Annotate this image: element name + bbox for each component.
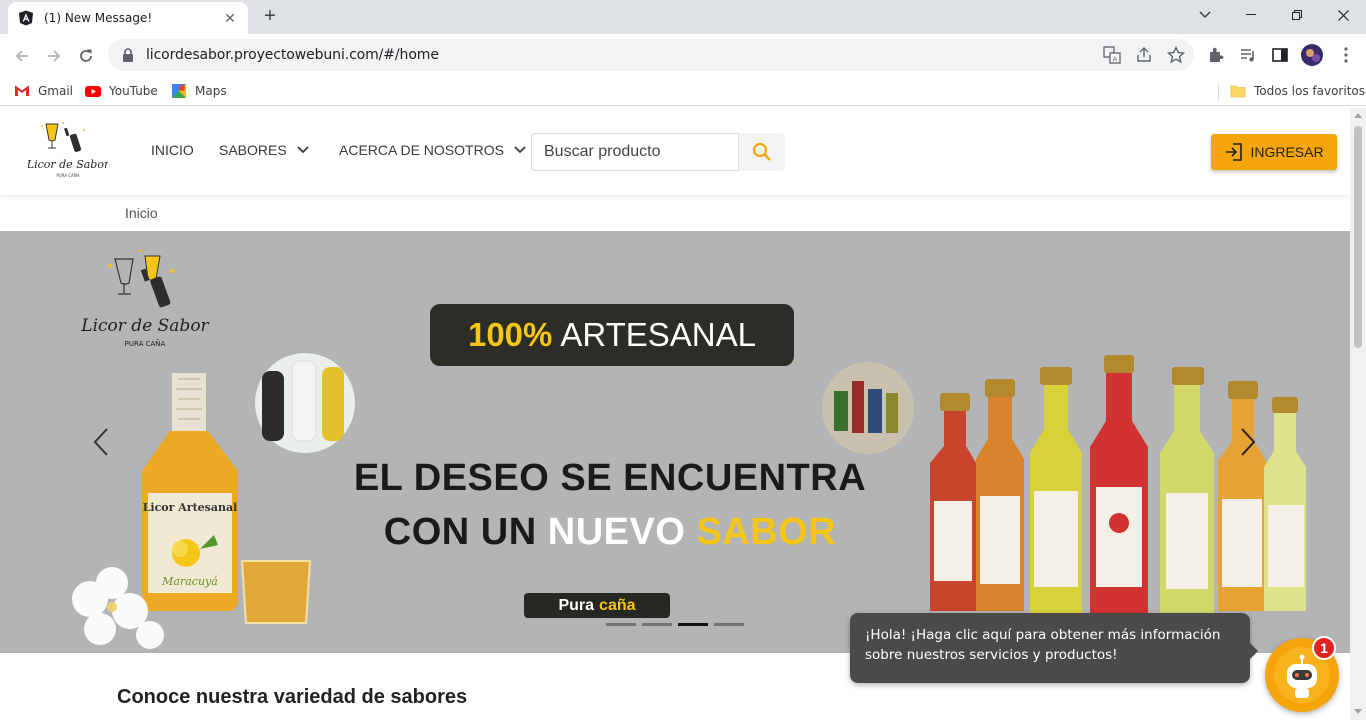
reload-icon[interactable] <box>72 42 100 70</box>
browser-tab-bar: (1) New Message! ✕ + <box>0 0 1366 34</box>
hero-headline-line1: EL DESEO SE ENCUENTRA <box>353 457 867 499</box>
pura-cana-tag: Pura caña <box>524 593 670 618</box>
hero-headline-line2: CON UN NUEVO SABOR <box>240 511 980 554</box>
carousel-next-icon[interactable] <box>1236 425 1260 459</box>
translate-icon[interactable]: A <box>1100 43 1124 67</box>
chat-tooltip[interactable]: ¡Hola! ¡Haga clic aquí para obtener más … <box>850 613 1258 683</box>
carousel-indicators <box>606 623 744 626</box>
carousel-indicator[interactable] <box>714 623 744 626</box>
bookmark-youtube[interactable]: YouTube <box>85 82 158 100</box>
tab-title: (1) New Message! <box>44 11 153 25</box>
bookmark-label: Todos los favoritos <box>1254 84 1365 98</box>
nav-label: SABORES <box>219 142 287 158</box>
nav-sabores[interactable]: SABORES <box>219 142 309 158</box>
profile-avatar-icon[interactable] <box>1300 43 1324 67</box>
headline-part-gold: SABOR <box>696 511 837 553</box>
gmail-icon <box>14 85 30 96</box>
carousel-prev-icon[interactable] <box>89 425 113 459</box>
badge-text: ARTESANAL <box>560 316 757 353</box>
nav-acerca-de-nosotros[interactable]: ACERCA DE NOSOTROS <box>339 142 526 158</box>
youtube-icon <box>85 86 101 97</box>
tag-part: Pura <box>558 596 595 614</box>
search-icon <box>752 142 771 161</box>
browser-toolbar: licordesabor.proyectowebuni.com/#/home A <box>0 34 1366 76</box>
browser-menu-icon[interactable] <box>1334 43 1358 67</box>
forward-icon[interactable] <box>40 42 68 70</box>
new-tab-icon[interactable]: + <box>258 4 282 28</box>
back-icon[interactable] <box>8 42 36 70</box>
licor-bottle-image: Licor Artesanal Maracuyá <box>142 373 238 611</box>
svg-text:PURA CAÑA: PURA CAÑA <box>125 339 166 348</box>
headline-part-highlight: NUEVO <box>547 511 686 553</box>
nav-label: ACERCA DE NOSOTROS <box>339 142 504 158</box>
bookmark-gmail[interactable]: Gmail <box>14 82 73 100</box>
folder-icon <box>1230 85 1246 98</box>
breadcrumb[interactable]: Inicio <box>125 205 158 221</box>
bookmark-label: Gmail <box>38 84 74 98</box>
side-panel-icon[interactable] <box>1268 43 1292 67</box>
search-button[interactable] <box>739 133 785 171</box>
bookmark-label: YouTube <box>109 84 158 98</box>
bookmark-maps[interactable]: Maps <box>171 82 227 100</box>
glass-image <box>240 560 312 624</box>
liquor-shelf-circle-image <box>822 362 914 454</box>
share-icon[interactable] <box>1132 43 1156 67</box>
scrollbar-thumb[interactable] <box>1354 126 1362 348</box>
nav-label: INICIO <box>151 142 194 158</box>
nav-inicio[interactable]: INICIO <box>151 142 194 158</box>
headline-part: CON UN <box>383 511 537 553</box>
page-scrollbar[interactable] <box>1350 108 1366 720</box>
hero-carousel: Licor de Sabor PURA CAÑA Licor Artesanal… <box>0 231 1350 653</box>
login-icon <box>1226 143 1243 161</box>
chevron-down-icon <box>514 146 526 154</box>
carousel-indicator-active[interactable] <box>678 623 708 626</box>
svg-text:Licor de Sabor: Licor de Sabor <box>80 316 209 336</box>
url-text: licordesabor.proyectowebuni.com/#/home <box>146 47 439 63</box>
hero-logo-icon: Licor de Sabor PURA CAÑA <box>80 249 210 348</box>
maps-icon <box>172 84 186 98</box>
bookmarks-separator <box>1218 83 1219 101</box>
hero-badge: 100% ARTESANAL <box>430 304 794 366</box>
licor-de-sabor-logo-icon[interactable]: Licor de Sabor PURA CAÑA <box>28 120 108 182</box>
bookmark-label: Maps <box>195 84 227 98</box>
close-window-icon[interactable] <box>1320 0 1366 30</box>
bottles-row-image <box>930 355 1306 615</box>
tag-part-gold: caña <box>599 596 636 614</box>
chevron-down-icon <box>297 146 309 154</box>
minimize-icon[interactable] <box>1228 0 1274 30</box>
bookmark-star-icon[interactable] <box>1164 43 1188 67</box>
svg-text:A: A <box>1113 56 1118 64</box>
scroll-up-icon[interactable] <box>1354 113 1362 118</box>
svg-text:Licor de Sabor: Licor de Sabor <box>28 158 108 171</box>
browser-tab[interactable]: (1) New Message! ✕ <box>8 2 248 34</box>
search-input[interactable] <box>544 143 724 161</box>
address-bar[interactable]: licordesabor.proyectowebuni.com/#/home <box>108 39 1194 71</box>
svg-text:Maracuyá: Maracuyá <box>161 575 218 588</box>
media-queue-icon[interactable] <box>1236 43 1260 67</box>
angular-favicon-icon <box>19 10 33 26</box>
login-label: INGRESAR <box>1250 144 1324 160</box>
svg-text:Licor Artesanal: Licor Artesanal <box>143 501 238 514</box>
search-field[interactable] <box>531 133 739 171</box>
bookmark-all-favorites[interactable]: Todos los favoritos <box>1230 82 1365 100</box>
restore-icon[interactable] <box>1274 0 1320 30</box>
lock-icon[interactable] <box>120 47 136 63</box>
svg-text:PURA CAÑA: PURA CAÑA <box>56 173 79 178</box>
badge-highlight: 100% <box>467 316 553 353</box>
carousel-indicator[interactable] <box>642 623 672 626</box>
hero-artwork: Licor de Sabor PURA CAÑA Licor Artesanal… <box>72 249 1306 649</box>
site-header: Licor de Sabor PURA CAÑA INICIO SABORES … <box>0 108 1350 195</box>
login-button[interactable]: INGRESAR <box>1211 134 1337 170</box>
close-tab-icon[interactable]: ✕ <box>222 10 238 27</box>
section-title: Conoce nuestra variedad de sabores <box>117 686 468 708</box>
bookmarks-bar: Gmail YouTube Maps Todos los favoritos <box>0 76 1366 106</box>
extensions-icon[interactable] <box>1204 43 1228 67</box>
chat-notification-badge: 1 <box>1312 636 1336 660</box>
tab-search-icon[interactable] <box>1182 0 1228 30</box>
carousel-indicator[interactable] <box>606 623 636 626</box>
bottles-circle-image <box>255 353 355 453</box>
scroll-down-icon[interactable] <box>1354 709 1362 714</box>
